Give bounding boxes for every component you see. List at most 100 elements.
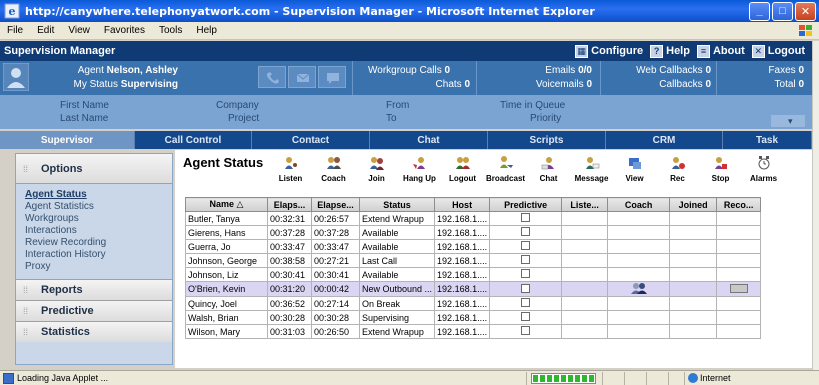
menu-favorites[interactable]: Favorites: [97, 25, 152, 36]
options-header[interactable]: ⁞⁞ Options: [16, 154, 172, 184]
tab-contact[interactable]: Contact: [252, 131, 370, 149]
predictive-checkbox[interactable]: [521, 312, 531, 321]
table-row[interactable]: Guerra, Jo 00:33:47 00:33:47 Available 1…: [185, 239, 762, 254]
elapsed-time: 00:37:28: [267, 225, 312, 240]
maximize-button[interactable]: □: [772, 1, 793, 21]
window-title-bar: e http://canywhere.telephonyatwork.com -…: [0, 0, 819, 22]
joined-cell: [669, 281, 718, 297]
elapsed-time: 00:32:31: [267, 211, 312, 226]
chat-media-button[interactable]: [318, 66, 346, 88]
logout-button[interactable]: ✕ Logout: [751, 44, 805, 58]
predictive-checkbox[interactable]: [521, 241, 531, 250]
tab-scripts[interactable]: Scripts: [488, 131, 606, 149]
stop-button[interactable]: Stop: [699, 155, 742, 191]
menu-help[interactable]: Help: [189, 25, 224, 36]
column-header-host[interactable]: Host: [434, 197, 491, 212]
security-zone-label: Internet: [700, 373, 731, 383]
expand-fields-toggle[interactable]: ▾: [771, 115, 805, 127]
column-header-elapsed-2[interactable]: Elapse...: [311, 197, 360, 212]
page-scrollbar[interactable]: [812, 41, 819, 370]
sidebar-item-proxy[interactable]: Proxy: [25, 261, 172, 273]
tab-supervisor[interactable]: Supervisor: [0, 131, 135, 149]
table-row[interactable]: Gierens, Hans 00:37:28 00:37:28 Availabl…: [185, 225, 762, 240]
predictive-checkbox[interactable]: [521, 213, 531, 222]
menu-edit[interactable]: Edit: [30, 25, 61, 36]
predictive-section[interactable]: ⁞⁞ Predictive: [16, 300, 172, 321]
help-button[interactable]: ? Help: [650, 44, 690, 58]
table-row[interactable]: Walsh, Brian 00:30:28 00:30:28 Supervisi…: [185, 310, 762, 325]
project-label: Project: [228, 113, 260, 124]
column-header-record[interactable]: Reco...: [716, 197, 762, 212]
tab-task[interactable]: Task: [723, 131, 812, 149]
sidebar-item-agent-statistics[interactable]: Agent Statistics: [25, 201, 172, 213]
menu-view[interactable]: View: [61, 25, 97, 36]
message-label: Message: [574, 174, 609, 183]
column-header-name[interactable]: Name △: [185, 197, 268, 212]
predictive-checkbox[interactable]: [521, 326, 531, 335]
table-row[interactable]: Johnson, Liz 00:30:41 00:30:41 Available…: [185, 267, 762, 282]
menu-file[interactable]: File: [0, 25, 30, 36]
elapsed-time: 00:30:28: [267, 310, 312, 325]
table-row[interactable]: Johnson, George 00:38:58 00:27:21 Last C…: [185, 253, 762, 268]
sidebar-item-agent-status[interactable]: Agent Status: [25, 189, 172, 201]
page-loading-icon: [3, 373, 14, 384]
elapsed-status-time: 00:30:28: [311, 310, 360, 325]
browser-status-bar: Loading Java Applet ... Internet: [0, 370, 819, 385]
column-header-listen[interactable]: Liste...: [561, 197, 609, 212]
coach-button[interactable]: Coach: [312, 155, 355, 191]
logout-agent-button[interactable]: Logout: [441, 155, 484, 191]
elapsed-time: 00:33:47: [267, 239, 312, 254]
host: 192.168.1....: [434, 324, 491, 339]
table-row[interactable]: Butler, Tanya 00:32:31 00:26:57 Extend W…: [185, 211, 762, 226]
message-button[interactable]: Message: [570, 155, 613, 191]
broadcast-button[interactable]: Broadcast: [484, 155, 527, 191]
sidebar-item-interactions[interactable]: Interactions: [25, 225, 172, 237]
alarms-button[interactable]: Alarms: [742, 155, 785, 191]
faxes-stat: Faxes 0: [720, 65, 804, 76]
phone-media-button[interactable]: [258, 66, 286, 88]
sidebar-item-workgroups[interactable]: Workgroups: [25, 213, 172, 225]
predictive-cell: [489, 253, 563, 268]
divider: [646, 372, 647, 385]
chat-icon: [541, 157, 554, 170]
host: 192.168.1....: [434, 239, 491, 254]
statistics-section[interactable]: ⁞⁞ Statistics: [16, 321, 172, 342]
chat-button[interactable]: Chat: [527, 155, 570, 191]
logout-icon: ✕: [751, 44, 765, 58]
join-button[interactable]: Join: [355, 155, 398, 191]
minimize-button[interactable]: _: [749, 1, 770, 21]
column-header-predictive[interactable]: Predictive: [489, 197, 563, 212]
predictive-checkbox[interactable]: [521, 298, 531, 307]
about-button[interactable]: ≡ About: [696, 44, 745, 58]
column-header-status[interactable]: Status: [358, 197, 436, 212]
configure-button[interactable]: ▦ Configure: [575, 44, 643, 58]
email-media-button[interactable]: [288, 66, 316, 88]
tab-crm[interactable]: CRM: [606, 131, 723, 149]
column-header-coach[interactable]: Coach: [607, 197, 671, 212]
sidebar-item-review-recording[interactable]: Review Recording: [25, 237, 172, 249]
column-header-elapsed-1[interactable]: Elaps...: [267, 197, 312, 212]
reports-section[interactable]: ⁞⁞ Reports: [16, 279, 172, 300]
predictive-checkbox[interactable]: [521, 283, 531, 293]
table-row[interactable]: Quincy, Joel 00:36:52 00:27:14 On Break …: [185, 296, 762, 311]
close-button[interactable]: ✕: [795, 1, 816, 21]
column-header-joined[interactable]: Joined: [669, 197, 718, 212]
tab-call-control[interactable]: Call Control: [135, 131, 252, 149]
hang-up-button[interactable]: Hang Up: [398, 155, 441, 191]
tab-chat[interactable]: Chat: [370, 131, 488, 149]
elapsed-status-time: 00:26:50: [311, 324, 360, 339]
emails-count: 0/0: [578, 65, 592, 76]
agent-name: Johnson, Liz: [185, 267, 268, 282]
predictive-checkbox[interactable]: [521, 269, 531, 278]
table-row[interactable]: Wilson, Mary 00:31:03 00:26:50 Extend Wr…: [185, 324, 762, 339]
predictive-checkbox[interactable]: [521, 255, 531, 264]
listen-button[interactable]: Listen: [269, 155, 312, 191]
agent-status: Available: [358, 267, 436, 282]
menu-tools[interactable]: Tools: [152, 25, 189, 36]
record-button[interactable]: Rec: [656, 155, 699, 191]
view-button[interactable]: View: [613, 155, 656, 191]
status-value[interactable]: Supervising: [121, 79, 178, 90]
sidebar-item-interaction-history[interactable]: Interaction History: [25, 249, 172, 261]
predictive-checkbox[interactable]: [521, 227, 531, 236]
table-row-selected[interactable]: O'Brien, Kevin 00:31:20 00:00:42 New Out…: [185, 281, 762, 297]
